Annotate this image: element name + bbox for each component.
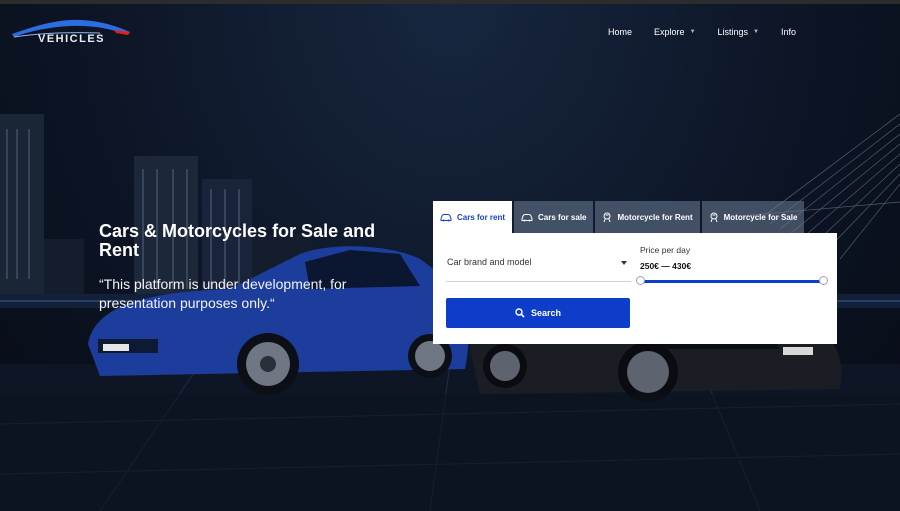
logo-text[interactable]: VEHICLES xyxy=(38,33,105,45)
tab-label: Motorcycle for Sale xyxy=(723,212,798,222)
nav-home[interactable]: Home xyxy=(608,27,632,37)
price-slider-track[interactable] xyxy=(640,280,823,283)
hero-title: Cars & Motorcycles for Sale and Rent xyxy=(99,221,376,260)
search-tabs: Cars for rent Cars for sale Motorcycle f… xyxy=(433,201,806,233)
car-icon xyxy=(440,213,452,221)
tab-label: Motorcycle for Rent xyxy=(617,212,693,222)
nav-explore[interactable]: Explore ▼ xyxy=(654,27,695,37)
price-range-value: 250€ — 430€ xyxy=(640,261,692,271)
main-nav: Home Explore ▼ Listings ▼ Info xyxy=(608,27,796,37)
nav-listings-label: Listings xyxy=(717,27,749,37)
car-brand-select-placeholder: Car brand and model xyxy=(447,257,532,267)
motorcycle-icon xyxy=(710,212,718,222)
chevron-down-icon: ▼ xyxy=(689,29,696,35)
car-icon xyxy=(521,213,533,221)
price-label: Price per day xyxy=(640,245,691,255)
chevron-down-icon: ▼ xyxy=(753,29,759,35)
hero-subtitle: “This platform is under development, for… xyxy=(99,276,347,311)
search-icon xyxy=(515,308,525,318)
search-button-label: Search xyxy=(530,308,562,318)
tab-motorcycle-for-rent[interactable]: Motorcycle for Rent xyxy=(595,201,700,233)
nav-info[interactable]: Info xyxy=(781,27,796,37)
search-button[interactable]: Search xyxy=(446,298,630,328)
tab-label: Cars for rent xyxy=(457,212,506,222)
tab-cars-for-sale[interactable]: Cars for sale xyxy=(514,201,594,233)
tab-motorcycle-for-sale[interactable]: Motorcycle for Sale xyxy=(701,201,805,233)
tab-cars-for-rent[interactable]: Cars for rent xyxy=(433,201,513,233)
search-panel: Car brand and model Price per day 250€ —… xyxy=(433,233,837,344)
dropdown-arrow-icon xyxy=(621,261,627,265)
nav-info-label: Info xyxy=(780,27,796,37)
motorcycle-icon xyxy=(603,212,611,222)
price-slider-max-handle[interactable] xyxy=(819,276,828,285)
nav-home-label: Home xyxy=(608,27,633,37)
price-slider-min-handle[interactable] xyxy=(636,276,645,285)
tab-label: Cars for sale xyxy=(538,212,587,222)
nav-explore-label: Explore xyxy=(654,27,685,37)
select-underline xyxy=(446,281,631,282)
nav-listings[interactable]: Listings ▼ xyxy=(718,27,759,37)
